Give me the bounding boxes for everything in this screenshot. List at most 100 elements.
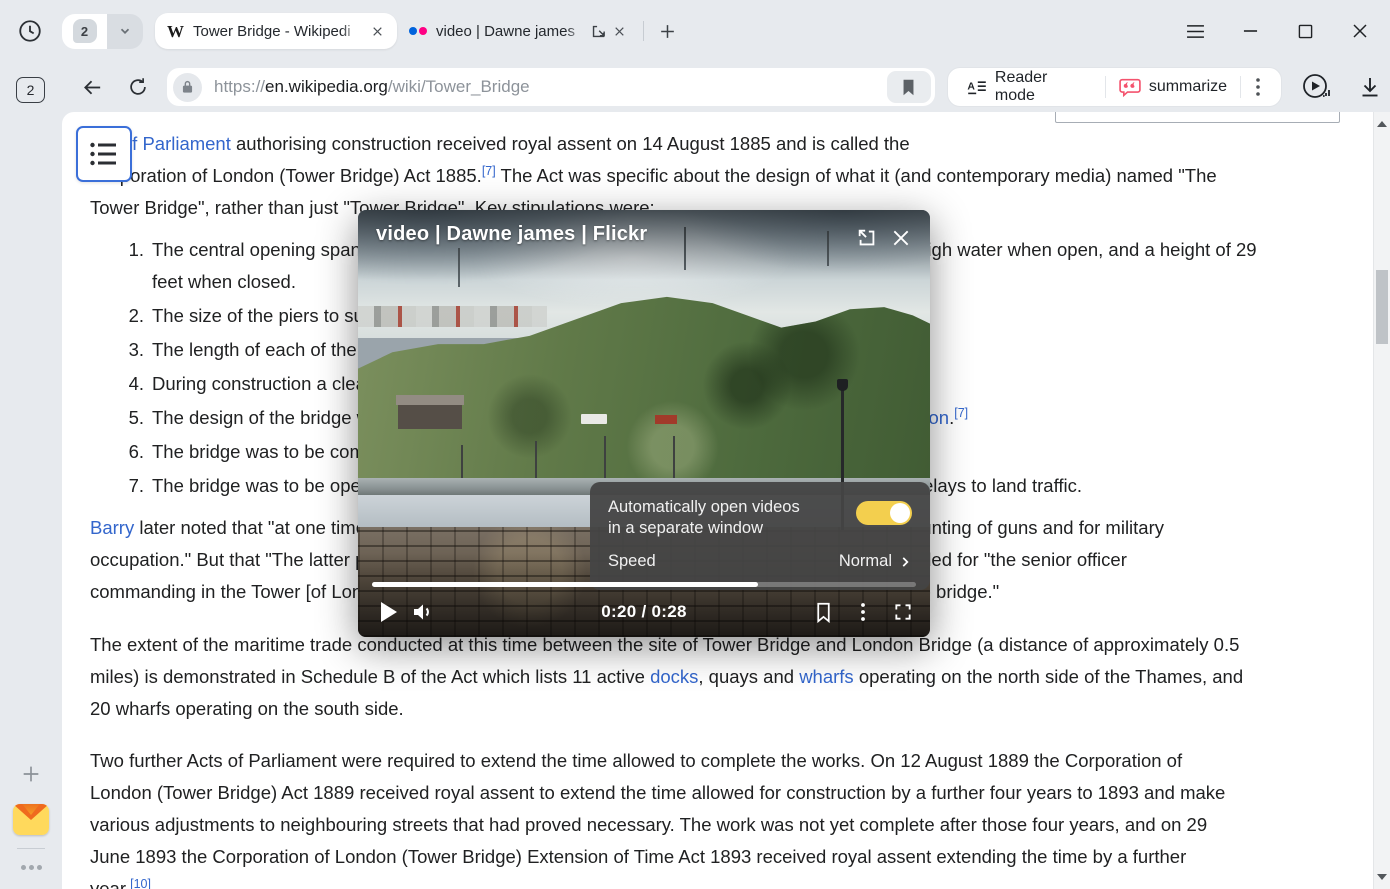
summarize-button[interactable]: summarize (1106, 68, 1240, 106)
summarize-label: summarize (1149, 78, 1227, 96)
tab-title: video | Dawne james (436, 23, 584, 40)
mail-app-icon[interactable] (13, 804, 49, 835)
close-pip-icon[interactable] (884, 223, 918, 253)
speed-menu-item[interactable]: Speed Normal (608, 552, 912, 571)
wikipedia-search-box-partial[interactable] (1055, 112, 1340, 123)
text-segment: Two further Acts of Parliament were requ… (90, 750, 1182, 771)
list-number: 6. (120, 436, 144, 468)
text-line: various adjustments to neighbouring stre… (90, 809, 1344, 841)
text-segment: The extent of the maritime trade conduct… (90, 634, 1239, 655)
volume-icon[interactable] (406, 595, 440, 629)
close-window-button[interactable] (1344, 15, 1376, 47)
maximize-button[interactable] (1289, 15, 1321, 47)
video-progress-fill (372, 582, 758, 587)
new-tab-button[interactable] (652, 16, 682, 46)
summarize-icon (1119, 78, 1141, 97)
video-stone-barn (398, 404, 462, 429)
more-actions-icon[interactable] (1241, 68, 1275, 106)
text-segment: feet when closed. (152, 271, 296, 292)
reload-button[interactable] (121, 70, 155, 104)
chevron-down-icon[interactable] (107, 14, 143, 49)
tab-video-flickr[interactable]: video | Dawne james (397, 13, 639, 49)
text-line: miles) is demonstrated in Schedule B of … (90, 661, 1344, 693)
flickr-favicon (409, 27, 427, 35)
text-line: 20 wharfs operating on the south side. (90, 693, 1344, 725)
picture-in-picture-window[interactable]: video | Dawne james | Flickr Automatical… (358, 210, 930, 637)
bookmark-video-icon[interactable] (806, 595, 840, 629)
table-of-contents-button[interactable] (76, 126, 132, 182)
pip-title: video | Dawne james | Flickr (376, 223, 850, 246)
text-line: June 1893 the Corporation of London (Tow… (90, 841, 1344, 873)
bookmark-button[interactable] (887, 71, 931, 103)
video-pole (604, 436, 606, 483)
acts-paragraph: Two further Acts of Parliament were requ… (90, 745, 1344, 889)
tab-title: Tower Bridge - Wikipedi (193, 23, 361, 40)
scroll-down-icon[interactable] (1377, 873, 1387, 880)
reader-mode-icon: A (967, 79, 987, 95)
sidebar-bottom (0, 758, 62, 877)
text-segment: June 1893 the Corporation of London (Tow… (90, 846, 1186, 867)
video-progress-bar[interactable] (372, 582, 916, 587)
scrollbar-thumb[interactable] (1376, 270, 1388, 344)
window-controls (1179, 0, 1376, 62)
wiki-link[interactable]: wharfs (799, 666, 854, 687)
close-tab-icon[interactable] (609, 21, 629, 41)
wiki-link[interactable]: [7] (482, 164, 496, 178)
popout-icon[interactable] (590, 23, 607, 40)
video-controls-right (806, 595, 920, 629)
list-number: 7. (120, 470, 144, 502)
wiki-link[interactable]: docks (650, 666, 698, 687)
auto-open-toggle[interactable] (856, 501, 912, 525)
list-number: 2. (120, 300, 144, 332)
app-menu-icon[interactable] (1179, 15, 1211, 47)
text-segment: 20 wharfs operating on the south side. (90, 698, 404, 719)
url-path: /wiki/Tower_Bridge (388, 77, 530, 96)
list-number: 5. (120, 402, 144, 434)
reader-mode-button[interactable]: A Reader mode (954, 68, 1105, 106)
video-pole (673, 436, 675, 479)
workspace-key-label: 2 (27, 82, 35, 98)
wiki-link[interactable]: [10] (130, 877, 151, 889)
workspace-key-badge[interactable]: 2 (16, 77, 45, 103)
text-line: London (Tower Bridge) Act 1889 received … (90, 777, 1344, 809)
divider (17, 848, 45, 849)
return-to-tab-icon[interactable] (850, 223, 884, 253)
wiki-link[interactable]: Barry (90, 517, 134, 538)
list-icon (89, 141, 119, 167)
pip-titlebar: video | Dawne james | Flickr (358, 210, 930, 280)
download-icon[interactable] (1350, 67, 1390, 107)
scroll-up-icon[interactable] (1377, 121, 1387, 128)
speed-label: Speed (608, 552, 839, 571)
workspace-switcher[interactable]: 2 (62, 14, 143, 49)
wiki-link[interactable]: [7] (954, 406, 968, 420)
navigation-toolbar: https://en.wikipedia.org/wiki/Tower_Brid… (62, 62, 1390, 112)
video-pole (535, 441, 537, 484)
text-line: Two further Acts of Parliament were requ… (90, 745, 1344, 777)
reader-mode-label: Reader mode (995, 69, 1092, 105)
close-tab-icon[interactable] (367, 21, 387, 41)
play-icon (381, 602, 397, 622)
video-more-icon[interactable] (846, 595, 880, 629)
workspace-count-badge: 2 (73, 19, 97, 43)
tab-tower-bridge[interactable]: W Tower Bridge - Wikipedi (155, 13, 397, 49)
text-segment: , quays and (698, 666, 799, 687)
fullscreen-icon[interactable] (886, 595, 920, 629)
add-workspace-icon[interactable] (15, 758, 47, 790)
video-red-shed (655, 415, 677, 424)
minimize-button[interactable] (1234, 15, 1266, 47)
play-button[interactable] (372, 595, 406, 629)
history-clock-icon[interactable] (13, 14, 47, 48)
maritime-paragraph: The extent of the maritime trade conduct… (90, 629, 1344, 725)
listen-to-page-icon[interactable] (1296, 67, 1336, 107)
text-segment: London (Tower Bridge) Act 1889 received … (90, 782, 1225, 803)
divider (643, 21, 644, 41)
pip-settings-panel: Automatically open videos in a separate … (590, 482, 930, 590)
url-bar[interactable]: https://en.wikipedia.org/wiki/Tower_Brid… (167, 68, 935, 106)
lock-icon[interactable] (173, 73, 202, 102)
video-white-truck (581, 414, 607, 424)
titlebar: 2 W Tower Bridge - Wikipedi video | Dawn… (0, 0, 1390, 62)
video-town-strip (358, 306, 547, 327)
back-button[interactable] (75, 70, 109, 104)
page-scrollbar[interactable] (1373, 112, 1390, 889)
sidebar-more-icon[interactable] (15, 857, 47, 877)
